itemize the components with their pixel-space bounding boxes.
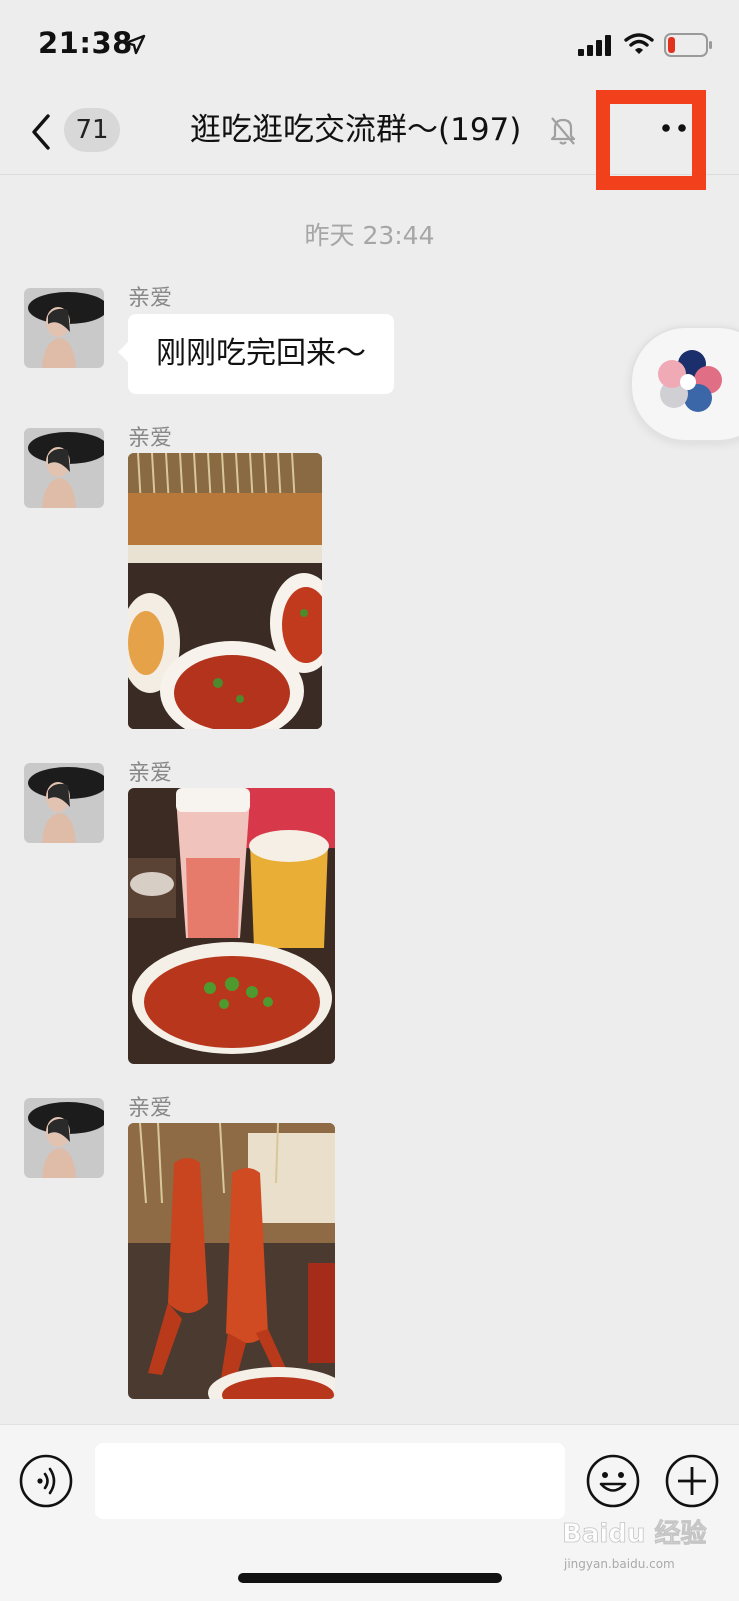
highlight-box xyxy=(596,90,706,190)
floating-widget[interactable] xyxy=(630,326,739,442)
watermark-text: Baidu 经验 xyxy=(562,1518,706,1549)
chat-title: 逛吃逛吃交流群～(197) xyxy=(190,112,522,148)
crayfish-skewers-photo[interactable] xyxy=(128,1123,335,1399)
drinks-and-soup-photo[interactable] xyxy=(128,788,335,1064)
avatar[interactable] xyxy=(24,763,104,843)
sender-name: 亲爱 xyxy=(128,286,173,311)
battery-low-icon xyxy=(664,33,712,57)
skewers-and-dishes-photo[interactable] xyxy=(128,453,322,729)
plus-circle-icon[interactable] xyxy=(664,1453,720,1509)
emoji-icon[interactable] xyxy=(585,1453,641,1509)
chevron-left-icon[interactable] xyxy=(28,110,54,154)
cellular-signal-icon xyxy=(578,35,611,56)
message-timestamp: 昨天 23:44 xyxy=(304,221,435,250)
avatar[interactable] xyxy=(24,1098,104,1178)
text-message-bubble[interactable]: 刚刚吃完回来～ xyxy=(118,314,394,394)
status-time: 21:38 xyxy=(38,26,133,60)
message-input[interactable] xyxy=(95,1443,565,1519)
home-indicator[interactable] xyxy=(238,1573,502,1583)
sender-name: 亲爱 xyxy=(128,426,173,451)
multi-petal-floating-icon xyxy=(658,350,722,412)
sender-name: 亲爱 xyxy=(128,761,173,786)
status-bar: 21:38 xyxy=(0,0,739,90)
baidu-jingyan-watermark: Baidu 经验 jingyan.baidu.com xyxy=(562,1518,707,1571)
watermark-subtext: jingyan.baidu.com xyxy=(563,1557,675,1571)
voice-icon[interactable] xyxy=(18,1453,74,1509)
unread-count-badge[interactable]: 71 xyxy=(64,108,120,152)
avatar[interactable] xyxy=(24,288,104,368)
location-arrow-icon xyxy=(124,34,146,55)
avatar[interactable] xyxy=(24,428,104,508)
bell-muted-icon xyxy=(550,117,576,145)
sender-name: 亲爱 xyxy=(128,1096,173,1121)
wifi-icon xyxy=(624,33,654,54)
